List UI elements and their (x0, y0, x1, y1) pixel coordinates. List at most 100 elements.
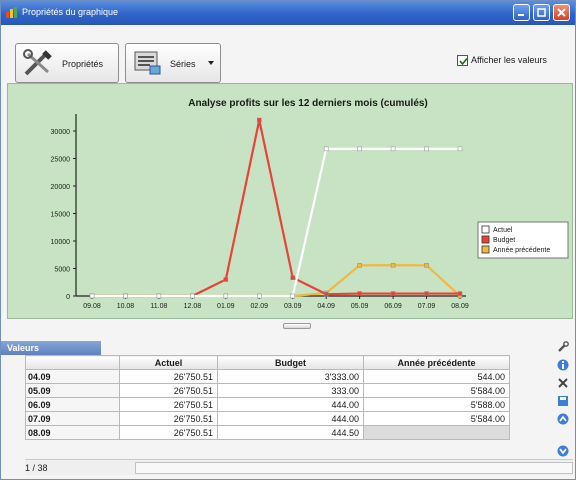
data-point (123, 293, 128, 299)
minimize-button[interactable] (513, 4, 530, 21)
chart-panel: Analyse profits sur les 12 derniers mois… (7, 83, 573, 319)
data-point (424, 263, 429, 268)
data-point (390, 263, 396, 268)
cell-actual[interactable]: 26'750.51 (119, 383, 218, 398)
show-values-label: Afficher les valeurs (471, 55, 547, 65)
y-tick-label: 15000 (51, 212, 71, 219)
chart-properties-window: Propriétés du graphique Propriétés Série… (0, 0, 576, 480)
cell-period[interactable]: 07.09 (25, 411, 120, 426)
table-row[interactable]: 07.09 26'750.51 444.00 5'584.00 (25, 411, 510, 426)
page-indicator: 1 / 38 (25, 463, 48, 473)
cell-actual[interactable]: 26'750.51 (119, 411, 218, 426)
properties-button[interactable]: Propriétés (15, 43, 119, 83)
column-header-budget[interactable]: Budget (217, 355, 364, 370)
cell-previous-year[interactable]: 544.00 (363, 369, 510, 384)
table-row[interactable]: 04.09 26'750.51 3'333.00 544.00 (25, 369, 510, 384)
series-line-1 (92, 119, 461, 298)
table-row[interactable]: 06.09 26'750.51 444.00 5'588.00 (25, 397, 510, 412)
info-icon[interactable] (557, 359, 569, 371)
cell-period[interactable]: 08.09 (25, 425, 120, 440)
arrow-up-icon[interactable] (557, 413, 569, 425)
cell-period[interactable]: 06.09 (25, 397, 120, 412)
cell-previous-year[interactable]: 5'588.00 (363, 397, 510, 412)
cell-actual[interactable]: 26'750.51 (119, 397, 218, 412)
column-header-previous-year[interactable]: Année précédente (363, 355, 510, 370)
legend-swatch (481, 225, 490, 234)
legend-swatch (481, 235, 490, 244)
cell-budget[interactable]: 3'333.00 (217, 369, 364, 384)
cell-budget[interactable]: 444.50 (217, 425, 364, 440)
series-line-2 (92, 264, 461, 298)
checkmark-icon (459, 57, 468, 66)
legend-swatch (481, 245, 490, 254)
legend-label: Actuel (493, 227, 513, 234)
data-point (156, 293, 162, 299)
table-header-row: Actuel Budget Année précédente (25, 355, 510, 370)
title-bar[interactable]: Propriétés du graphique (1, 1, 575, 25)
panel-splitter[interactable] (1, 321, 575, 330)
minimize-icon (518, 14, 524, 16)
chevron-down-icon (208, 61, 214, 65)
maximize-button[interactable] (533, 4, 550, 21)
x-tick-label: 11.08 (150, 303, 167, 310)
properties-label: Propriétés (62, 59, 104, 69)
data-point (257, 293, 262, 299)
y-tick-label: 5000 (54, 267, 70, 274)
y-tick-label: 0 (66, 294, 70, 301)
column-header-actual[interactable]: Actuel (119, 355, 218, 370)
x-tick-label: 12.08 (184, 303, 202, 310)
close-button[interactable] (553, 4, 570, 21)
column-header-period[interactable] (25, 355, 120, 370)
cell-budget[interactable]: 333.00 (217, 383, 364, 398)
y-tick-label: 30000 (51, 129, 71, 136)
y-tick-label: 10000 (51, 239, 71, 246)
cell-budget[interactable]: 444.00 (217, 411, 364, 426)
delete-icon[interactable] (557, 377, 569, 389)
cell-previous-year[interactable]: 5'584.00 (363, 411, 510, 426)
data-point (357, 263, 362, 268)
profit-chart: Analyse profits sur les 12 derniers mois… (51, 98, 569, 310)
data-point (390, 291, 396, 296)
series-icon (134, 51, 161, 75)
chart-title: Analyse profits sur les 12 derniers mois… (188, 98, 428, 109)
data-point (89, 293, 95, 299)
cell-actual[interactable]: 26'750.51 (119, 369, 218, 384)
data-point (323, 146, 329, 152)
table-row[interactable]: 05.09 26'750.51 333.00 5'584.00 (25, 383, 510, 398)
legend-label: Année précédente (493, 247, 550, 254)
values-side-toolbar (553, 341, 573, 457)
data-point (457, 146, 463, 152)
horizontal-scrollbar[interactable] (135, 462, 573, 474)
cell-previous-year[interactable] (363, 425, 510, 440)
values-table: Actuel Budget Année précédente 04.09 26'7… (25, 355, 510, 440)
data-point (257, 117, 262, 123)
series-label: Séries (170, 59, 196, 69)
data-point (290, 293, 295, 299)
data-point (357, 291, 362, 296)
splitter-grip[interactable] (283, 323, 311, 329)
y-tick-label: 25000 (51, 157, 71, 164)
data-point (323, 291, 329, 297)
wrench-icon[interactable] (557, 341, 569, 353)
series-dropdown-button[interactable]: Séries (125, 43, 221, 83)
cell-previous-year[interactable]: 5'584.00 (363, 383, 510, 398)
cell-actual[interactable]: 26'750.51 (119, 425, 218, 440)
cell-period[interactable]: 04.09 (25, 369, 120, 384)
show-values-checkbox[interactable] (457, 55, 468, 66)
x-tick-label: 04.09 (317, 303, 335, 310)
data-point (424, 291, 429, 296)
arrow-down-icon[interactable] (557, 445, 569, 457)
data-point (424, 146, 429, 152)
values-panel-title: Valeurs (1, 341, 101, 355)
x-tick-label: 01.09 (217, 303, 235, 310)
save-icon[interactable] (557, 395, 569, 407)
tools-icon (23, 49, 52, 76)
cell-budget[interactable]: 444.00 (217, 397, 364, 412)
x-tick-label: 07.09 (418, 303, 436, 310)
x-tick-label: 09.08 (83, 303, 101, 310)
cell-period[interactable]: 05.09 (25, 383, 120, 398)
table-row[interactable]: 08.09 26'750.51 444.50 (25, 425, 510, 440)
data-point (457, 291, 463, 296)
data-point (223, 277, 229, 282)
x-tick-label: 02.09 (251, 303, 269, 310)
